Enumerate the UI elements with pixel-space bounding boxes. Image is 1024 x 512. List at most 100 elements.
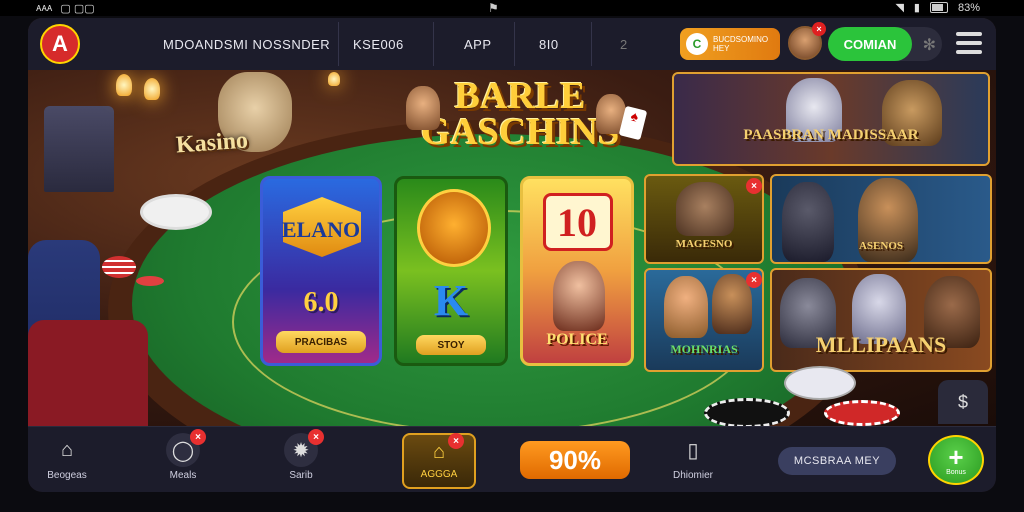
lantern-decoration [44, 106, 114, 192]
nav-label: 8I0 [539, 36, 559, 52]
nav-item-kse[interactable]: KSE006 [353, 18, 404, 70]
nav-label: MDOANDSMI NOSSNDER [163, 36, 331, 52]
card-title: K [433, 276, 469, 325]
character-portrait [553, 261, 605, 331]
chip-icon [136, 276, 164, 286]
tile-cowboys[interactable]: ASENOS [770, 174, 992, 264]
tab-dhiomier[interactable]: ▯ Dhiomier [658, 433, 728, 489]
app-logo[interactable]: A [40, 24, 80, 64]
casino-scene: Kasino BARLE GASCHINS ♠ ELANO 6.0 PRACIB… [28, 70, 996, 426]
promo-text-line2: HEY [713, 44, 730, 53]
chip-icon [784, 366, 856, 400]
tab-badge: × [190, 429, 206, 445]
tile-title: PAASBRAN MADISSAAR [743, 127, 919, 143]
nav-divider [338, 22, 339, 66]
tile-title: ASENOS [858, 240, 904, 252]
battery-icon [929, 2, 948, 13]
game-title: BARLE GASCHINS [420, 75, 620, 153]
card-play-button[interactable]: STOY [416, 335, 486, 355]
bottom-nav: ⌂ Beogeas ◯ × Meals ✹ × Sarib ⌂ × AGGGA … [28, 426, 996, 492]
tab-badge: × [308, 429, 324, 445]
card-amount: 6.0 [303, 287, 339, 318]
chip-stack-icon [102, 256, 136, 278]
join-toggle[interactable]: COMIAN ✻ [828, 27, 942, 61]
close-icon[interactable]: × [746, 178, 762, 194]
nav-item-app[interactable]: APP [464, 18, 492, 70]
tab-home[interactable]: ⌂ Beogeas [32, 433, 102, 489]
tab-label: Meals [169, 470, 197, 481]
promo-badge: C [686, 33, 708, 55]
game-card-elano[interactable]: ELANO 6.0 PRACIBAS [260, 176, 382, 366]
gear-icon[interactable]: ✻ [923, 35, 936, 55]
status-text-2: ▢ ▢▢ [60, 3, 95, 15]
wallet-icon[interactable]: $ [938, 380, 988, 424]
card-label: POLICE [546, 331, 608, 348]
nav-item-2[interactable]: 2 [620, 18, 628, 70]
game-card-10[interactable]: 10 POLICE [520, 176, 634, 366]
nav-divider [514, 22, 515, 66]
lion-icon [417, 189, 491, 267]
tile-outlaws[interactable]: MOHNRIAS × [644, 268, 764, 372]
tile-wolves[interactable]: MLLIPAANS [770, 268, 992, 372]
status-right: ◥ ▮ 83% [895, 1, 980, 15]
app-window: A MDOANDSMI NOSSNDER KSE006 APP 8I0 2 C … [28, 18, 996, 492]
deposit-pill-button[interactable]: MCSBRAA MEY [778, 447, 896, 475]
tile-featured[interactable]: PAASBRAN MADISSAAR [672, 72, 990, 166]
tab-active[interactable]: ⌂ × AGGGA [402, 433, 476, 489]
plus-icon: + [948, 441, 964, 472]
game-card-k[interactable]: K STOY [394, 176, 508, 366]
card-title: ELANO [281, 217, 361, 242]
character-figure [406, 86, 440, 130]
tile-title: MAGESNO [675, 238, 733, 250]
card-title: 10 [557, 200, 597, 245]
nav-divider [591, 22, 592, 66]
nav-label: KSE006 [353, 36, 404, 52]
add-button[interactable]: + Bonus [928, 435, 984, 485]
notification-icon: ⚑ [488, 1, 499, 15]
nav-label: 2 [620, 36, 628, 52]
ring-icon: ◯ × [166, 429, 206, 467]
percent-button[interactable]: 90% [520, 441, 630, 479]
tile-wolf[interactable]: MAGESNO × [644, 174, 764, 264]
status-left: ᴀᴀᴀ ▢ ▢▢ [36, 2, 95, 15]
avatar-badge: × [812, 22, 826, 36]
promo-text: BUCDSOMINO HEY [713, 35, 768, 53]
battery-percent: 83% [957, 1, 980, 14]
close-icon[interactable]: × [746, 272, 762, 288]
nav-item-home[interactable]: MDOANDSMI NOSSNDER [163, 18, 330, 70]
tile-title: MOHNRIAS [670, 342, 738, 356]
add-button-label: Bonus [946, 468, 966, 476]
status-text-1: ᴀᴀᴀ [36, 2, 53, 14]
house-icon: ⌂ [60, 438, 74, 461]
tab-badge: × [448, 433, 464, 449]
status-bar: ᴀᴀᴀ ▢ ▢▢ ⚑ ◥ ▮ 83% [0, 0, 1024, 16]
nav-label: APP [464, 36, 492, 52]
tab-label: Beogeas [47, 470, 87, 481]
lamp-icon [116, 74, 132, 96]
tab-label: Sarib [289, 470, 313, 481]
tab-sarib[interactable]: ✹ × Sarib [266, 429, 336, 489]
tile-title: MLLIPAANS [815, 332, 947, 357]
gear-icon: ✹ × [284, 429, 324, 467]
game-title-line1: BARLE [454, 75, 586, 117]
tab-meals[interactable]: ◯ × Meals [148, 429, 218, 489]
chip-icon [704, 398, 790, 426]
wolf-character [676, 182, 734, 236]
promo-button[interactable]: C BUCDSOMINO HEY [680, 28, 780, 60]
lamp-icon [144, 78, 160, 100]
promo-text-line1: BUCDSOMINO [713, 35, 769, 44]
card-play-button[interactable]: PRACIBAS [276, 331, 366, 353]
nav-divider [433, 22, 434, 66]
kasino-sign: Kasino [175, 127, 249, 159]
character-figure [664, 276, 708, 338]
join-button[interactable]: COMIAN [828, 27, 912, 61]
tab-label: AGGGA [420, 469, 458, 480]
nav-item-810[interactable]: 8I0 [539, 18, 559, 70]
menu-icon[interactable] [956, 30, 982, 56]
chip-icon [824, 400, 900, 426]
top-header: A MDOANDSMI NOSSNDER KSE006 APP 8I0 2 C … [28, 18, 996, 71]
tab-label: Dhiomier [672, 470, 713, 481]
game-title-line2: GASCHINS [420, 111, 620, 153]
phone-icon: ▯ [687, 439, 699, 462]
dice-icon [140, 194, 212, 230]
